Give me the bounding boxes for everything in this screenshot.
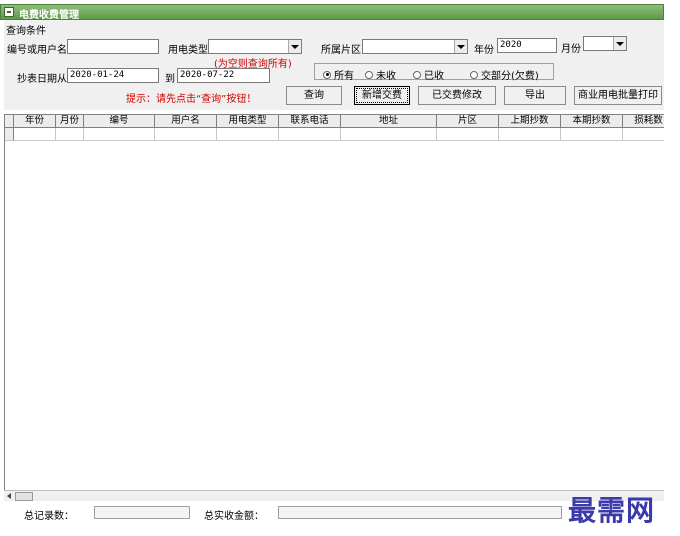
year-input[interactable]: 2020 xyxy=(497,38,557,53)
month-label: 月份 xyxy=(561,44,581,55)
date-from-label: 抄表日期从 xyxy=(17,74,67,85)
table-cell[interactable] xyxy=(499,128,561,141)
table-cell[interactable] xyxy=(341,128,437,141)
table-cell[interactable] xyxy=(561,128,623,141)
payment-status-group: 所有 未收 已收 交部分(欠费) xyxy=(314,63,554,82)
col-header-address[interactable]: 地址 xyxy=(341,115,437,128)
window-title: 电费收费管理 xyxy=(19,10,79,21)
scroll-left-icon[interactable] xyxy=(7,493,11,499)
col-header-username[interactable]: 用户名 xyxy=(155,115,217,128)
col-header-year[interactable]: 年份 xyxy=(14,115,56,128)
radio-paid[interactable]: 已收 xyxy=(413,67,444,82)
table-cell[interactable] xyxy=(155,128,217,141)
radio-all-label: 所有 xyxy=(334,71,354,82)
query-button[interactable]: 查询 xyxy=(286,86,342,105)
type-label: 用电类型 xyxy=(168,45,208,56)
status-bar: 总记录数： 总实收金额： xyxy=(4,503,564,522)
radio-partial-label: 交部分(欠费) xyxy=(481,71,539,82)
radio-partial[interactable]: 交部分(欠费) xyxy=(470,67,539,82)
table-cell[interactable] xyxy=(437,128,499,141)
radio-icon xyxy=(413,70,421,79)
table-cell[interactable] xyxy=(623,128,664,141)
total-amount-value xyxy=(278,506,562,519)
date-from-input[interactable]: 2020-01-24 xyxy=(67,68,159,83)
radio-unpaid[interactable]: 未收 xyxy=(365,67,396,82)
batch-print-button[interactable]: 商业用电批量打印 xyxy=(574,86,662,105)
row-selector-header xyxy=(5,115,14,128)
col-header-type[interactable]: 用电类型 xyxy=(217,115,279,128)
query-tip: 提示：请先点击“查询”按钮！ xyxy=(126,94,257,105)
export-button[interactable]: 导出 xyxy=(504,86,566,105)
table-cell[interactable] xyxy=(14,128,56,141)
radio-icon xyxy=(470,70,478,79)
table-cell[interactable] xyxy=(279,128,341,141)
radio-icon xyxy=(365,70,373,79)
radio-all[interactable]: 所有 xyxy=(323,67,354,82)
year-label: 年份 xyxy=(474,45,494,56)
chevron-down-icon[interactable] xyxy=(454,40,467,53)
watermark: 最需网 xyxy=(568,494,656,527)
radio-selected-icon xyxy=(323,70,331,79)
query-group-label: 查询条件 xyxy=(6,26,46,37)
area-select[interactable] xyxy=(362,39,468,54)
date-to-label: 到 xyxy=(165,74,175,85)
table-cell[interactable] xyxy=(56,128,84,141)
radio-unpaid-label: 未收 xyxy=(376,71,396,82)
row-selector[interactable] xyxy=(5,128,14,141)
col-header-code[interactable]: 编号 xyxy=(84,115,155,128)
col-header-month[interactable]: 月份 xyxy=(56,115,84,128)
data-grid[interactable]: 年份 月份 编号 用户名 用电类型 联系电话 地址 片区 上期抄数 本期抄数 损… xyxy=(4,114,664,490)
collapse-icon[interactable] xyxy=(4,7,14,17)
scroll-thumb[interactable] xyxy=(15,492,33,501)
col-header-curr-reading[interactable]: 本期抄数 xyxy=(561,115,623,128)
type-select[interactable] xyxy=(208,39,302,54)
date-to-input[interactable]: 2020-07-22 xyxy=(177,68,270,83)
total-amount-label: 总实收金额： xyxy=(204,511,264,522)
new-payment-button[interactable]: 新增交费 xyxy=(354,86,410,105)
col-header-phone[interactable]: 联系电话 xyxy=(279,115,341,128)
table-cell[interactable] xyxy=(84,128,155,141)
table-cell[interactable] xyxy=(217,128,279,141)
total-records-value xyxy=(94,506,190,519)
chevron-down-icon[interactable] xyxy=(613,37,626,50)
horizontal-scrollbar[interactable] xyxy=(4,490,664,501)
month-select[interactable] xyxy=(583,36,627,51)
col-header-loss[interactable]: 损耗数 xyxy=(623,115,664,128)
area-label: 所属片区 xyxy=(321,45,361,56)
code-label: 编号或用户名 xyxy=(7,45,67,56)
col-header-area[interactable]: 片区 xyxy=(437,115,499,128)
radio-paid-label: 已收 xyxy=(424,71,444,82)
chevron-down-icon[interactable] xyxy=(288,40,301,53)
code-input[interactable] xyxy=(67,39,159,54)
edit-paid-button[interactable]: 已交费修改 xyxy=(418,86,496,105)
col-header-prev-reading[interactable]: 上期抄数 xyxy=(499,115,561,128)
total-records-label: 总记录数： xyxy=(24,511,74,522)
window-titlebar: 电费收费管理 xyxy=(0,4,664,21)
